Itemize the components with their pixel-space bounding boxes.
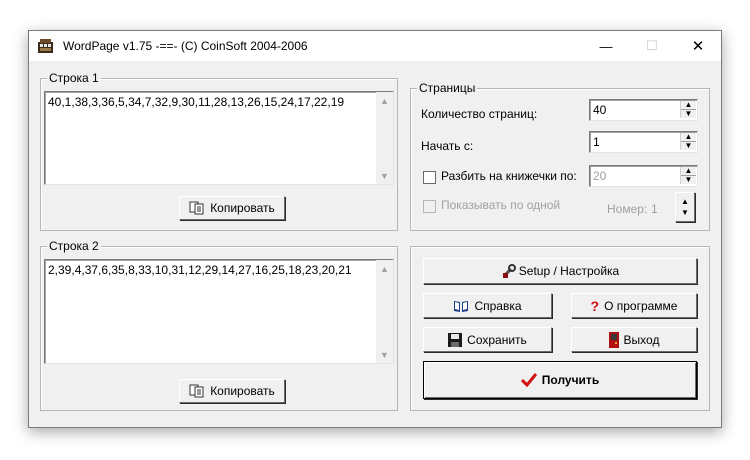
row2-textarea[interactable]: 2,39,4,37,6,35,8,33,10,31,12,29,14,27,16…: [44, 259, 394, 364]
row2-text: 2,39,4,37,6,35,8,33,10,31,12,29,14,27,16…: [48, 263, 352, 277]
page-count-label: Количество страниц:: [421, 107, 538, 121]
row2-group: Строка 2 2,39,4,37,6,35,8,33,10,31,12,29…: [40, 239, 398, 411]
scroll-down-icon[interactable]: ▼: [376, 167, 393, 184]
get-button[interactable]: Получить: [423, 361, 697, 399]
row1-copy-button[interactable]: Копировать: [179, 196, 285, 220]
get-label: Получить: [541, 373, 600, 387]
row1-textarea[interactable]: 40,1,38,3,36,5,34,7,32,9,30,11,28,13,26,…: [44, 91, 394, 185]
page-count-value: 40: [593, 103, 607, 117]
pages-legend: Страницы: [417, 81, 478, 95]
copy-icon: [189, 384, 205, 398]
row1-group: Строка 1 40,1,38,3,36,5,34,7,32,9,30,11,…: [40, 71, 398, 231]
start-spinner[interactable]: 1 ▲ ▼: [589, 131, 698, 153]
close-button[interactable]: ✕: [675, 31, 721, 61]
about-button[interactable]: ? О программе: [571, 293, 697, 318]
checkmark-icon: [520, 373, 537, 387]
minimize-icon: —: [599, 38, 613, 54]
setup-label: Setup / Настройка: [518, 264, 620, 278]
number-value: 1: [651, 202, 658, 216]
show-one-checkbox[interactable]: [423, 200, 436, 213]
window-title: WordPage v1.75 -==- (C) CoinSoft 2004-20…: [63, 39, 308, 53]
exit-label: Выход: [623, 332, 660, 347]
row1-copy-label: Копировать: [210, 201, 275, 215]
setup-button[interactable]: Setup / Настройка: [423, 258, 697, 284]
exit-button[interactable]: Выход: [571, 327, 697, 352]
copy-icon: [189, 201, 205, 215]
start-value: 1: [593, 135, 600, 149]
save-label: Сохранить: [467, 332, 527, 347]
maximize-icon: ☐: [646, 38, 658, 53]
spin-up-icon[interactable]: ▲: [681, 196, 689, 207]
split-checkbox[interactable]: [423, 171, 436, 184]
main-window: WordPage v1.75 -==- (C) CoinSoft 2004-20…: [28, 30, 722, 428]
help-label: Справка: [474, 298, 522, 313]
scroll-down-icon[interactable]: ▼: [376, 346, 393, 363]
split-value: 20: [593, 169, 607, 183]
book-icon: [453, 299, 469, 313]
number-spin-button[interactable]: ▲ ▼: [675, 192, 695, 222]
scroll-up-icon[interactable]: ▲: [376, 260, 393, 277]
exit-door-icon: [608, 331, 619, 348]
spin-down-icon[interactable]: ▼: [681, 110, 696, 118]
row1-text: 40,1,38,3,36,5,34,7,32,9,30,11,28,13,26,…: [48, 95, 345, 109]
spin-down-icon[interactable]: ▼: [681, 176, 696, 184]
minimize-button[interactable]: —: [583, 31, 629, 61]
row2-copy-label: Копировать: [210, 384, 275, 398]
save-disk-icon: [448, 332, 463, 347]
spinner-arrows[interactable]: ▲ ▼: [680, 133, 696, 150]
spinner-arrows[interactable]: ▲ ▼: [680, 101, 696, 118]
spinner-arrows[interactable]: ▲ ▼: [680, 167, 696, 184]
about-label: О программе: [604, 298, 678, 313]
spin-down-icon[interactable]: ▼: [681, 142, 696, 150]
row2-legend: Строка 2: [47, 239, 101, 253]
row1-scrollbar[interactable]: ▲ ▼: [376, 92, 393, 184]
setup-tools-icon: [501, 263, 517, 279]
row2-copy-button[interactable]: Копировать: [179, 379, 285, 403]
help-button[interactable]: Справка: [423, 293, 552, 318]
maximize-button[interactable]: ☐: [629, 31, 675, 61]
actions-group: Setup / Настройка Справка ? О программе: [410, 246, 710, 411]
title-bar[interactable]: WordPage v1.75 -==- (C) CoinSoft 2004-20…: [29, 31, 721, 61]
spin-down-icon[interactable]: ▼: [681, 207, 689, 218]
page-count-spinner[interactable]: 40 ▲ ▼: [589, 99, 698, 121]
split-spinner[interactable]: 20 ▲ ▼: [589, 165, 698, 187]
question-icon: ?: [590, 297, 600, 314]
number-label: Номер:: [607, 202, 648, 216]
close-icon: ✕: [691, 38, 705, 55]
split-label: Разбить на книжечки по:: [441, 169, 577, 183]
row1-legend: Строка 1: [47, 71, 101, 85]
save-button[interactable]: Сохранить: [423, 327, 552, 352]
start-label: Начать с:: [421, 139, 474, 153]
pages-group: Страницы Количество страниц: 40 ▲ ▼ Нача…: [410, 81, 710, 231]
scroll-up-icon[interactable]: ▲: [376, 92, 393, 109]
show-one-label: Показывать по одной: [441, 198, 561, 212]
wordpage-app-icon: [38, 39, 53, 53]
row2-scrollbar[interactable]: ▲ ▼: [376, 260, 393, 363]
